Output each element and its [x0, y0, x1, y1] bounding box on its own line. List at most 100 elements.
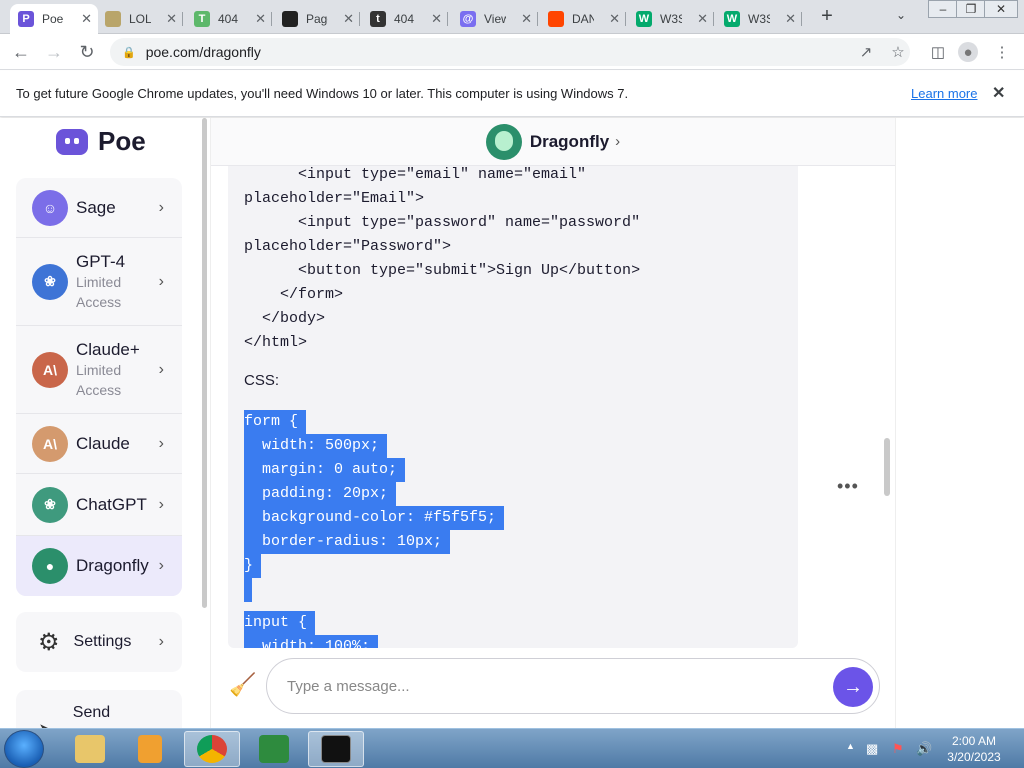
settings-button[interactable]: ⚙ Settings ›: [16, 612, 182, 672]
close-tab-icon[interactable]: ✕: [81, 11, 92, 27]
browser-tab[interactable]: P Poe ✕: [10, 4, 98, 34]
tab-title: 404 |: [218, 12, 240, 26]
message-input-box[interactable]: →: [266, 658, 880, 714]
bot-access-note: Limited Access: [76, 273, 122, 310]
sidebar-bot-claude[interactable]: A\ Claude ›: [16, 414, 182, 474]
code-line-selected: }: [244, 554, 504, 578]
at-icon: @: [460, 11, 476, 27]
selected-code-text: }: [244, 554, 262, 578]
cmd-taskbar-icon[interactable]: [308, 731, 364, 767]
browser-tab[interactable]: Page ✕: [274, 4, 360, 34]
browser-tab[interactable]: LOLC ✕: [97, 4, 183, 34]
explorer-taskbar-icon[interactable]: [62, 731, 118, 767]
close-window-icon[interactable]: ✕: [984, 0, 1018, 18]
close-tab-icon[interactable]: ✕: [343, 11, 354, 27]
side-panel-icon[interactable]: ◫: [928, 42, 948, 62]
bot-avatar: ☺: [32, 189, 68, 226]
tray-expand-icon[interactable]: ▲: [846, 741, 855, 751]
send-feedback-button[interactable]: ➤ Send: [16, 690, 182, 728]
tab-divider: [801, 12, 802, 26]
tab-title: DAN: [572, 12, 594, 26]
close-infobar-icon[interactable]: ✕: [992, 83, 1005, 103]
sidebar-bot-gpt-4[interactable]: ❀ GPT-4 Limited Access ›: [16, 238, 182, 326]
chrome-taskbar-icon[interactable]: [184, 731, 240, 767]
t-icon: T: [194, 11, 210, 27]
close-tab-icon[interactable]: ✕: [785, 11, 796, 27]
chat-header[interactable]: Dragonfly ›: [211, 118, 895, 166]
taskbar-clock[interactable]: 2:00 AM 3/20/2023: [946, 733, 1002, 765]
browser-tab[interactable]: W W3S ✕: [628, 4, 714, 34]
chat-column: Dragonfly › <input type="email" name="em…: [210, 118, 896, 728]
tab-divider: [625, 12, 626, 26]
send-label: Send: [72, 704, 111, 721]
chat-scrollbar[interactable]: [884, 438, 890, 496]
close-tab-icon[interactable]: ✕: [521, 11, 532, 27]
url-text[interactable]: poe.com/dragonfly: [146, 44, 261, 60]
clock-date: 3/20/2023: [947, 750, 1001, 764]
media-player-taskbar-icon[interactable]: [122, 731, 178, 767]
close-tab-icon[interactable]: ✕: [255, 11, 266, 27]
browser-tab[interactable]: @ View ✕: [452, 4, 538, 34]
action-center-flag-icon[interactable]: ⚑: [892, 741, 904, 757]
sidebar-bot-claude-[interactable]: A\ Claude+ Limited Access ›: [16, 326, 182, 414]
share-icon[interactable]: ↗: [856, 42, 876, 62]
close-tab-icon[interactable]: ✕: [166, 11, 177, 27]
infobar-message: To get future Google Chrome updates, you…: [16, 86, 629, 101]
settings-label: Settings: [73, 633, 132, 650]
sidebar-bot-dragonfly[interactable]: ● Dragonfly ›: [16, 536, 182, 596]
browser-tab[interactable]: T 404 | ✕: [186, 4, 272, 34]
selected-code-text: background-color: #f5f5f5;: [244, 506, 505, 530]
sidebar-bot-sage[interactable]: ☺ Sage ›: [16, 178, 182, 238]
profile-avatar-icon[interactable]: ●: [958, 42, 978, 62]
minimize-icon[interactable]: –: [928, 0, 958, 18]
menu-kebab-icon[interactable]: ⋮: [992, 42, 1012, 62]
bot-avatar: ❀: [32, 486, 68, 523]
poe-logo[interactable]: Poe: [56, 126, 146, 157]
close-tab-icon[interactable]: ✕: [431, 11, 442, 27]
close-tab-icon[interactable]: ✕: [609, 11, 620, 27]
volume-icon[interactable]: 🔊: [916, 741, 932, 757]
browser-tab[interactable]: DAN ✕: [540, 4, 626, 34]
browser-tab[interactable]: W W3S ✕: [716, 4, 802, 34]
sidebar-scrollbar[interactable]: [202, 118, 207, 608]
chevron-right-icon: ›: [158, 633, 164, 650]
lock-icon: 🔒: [122, 46, 136, 59]
tab-strip: P Poe ✕ LOLC ✕ T 404 | ✕ Page ✕ t 404 ✕ @ View ✕ DAN ✕ W W3…: [0, 0, 1024, 34]
bookmark-star-icon[interactable]: ☆: [888, 42, 908, 62]
sidebar-bot-chatgpt[interactable]: ❀ ChatGPT ›: [16, 474, 182, 536]
selected-code-text: width: 500px;: [244, 434, 388, 458]
message-input[interactable]: [287, 677, 807, 695]
tab-title: W3S: [660, 12, 682, 26]
clear-context-broom-icon[interactable]: 🧹: [229, 672, 256, 698]
learn-more-link[interactable]: Learn more: [911, 86, 977, 101]
chevron-right-icon: ›: [158, 495, 164, 513]
csharp-taskbar-icon[interactable]: [246, 731, 302, 767]
bot-avatar: ●: [32, 548, 68, 584]
bot-list: ☺ Sage › ❀ GPT-4 Limited Access › A\ Claude+ Limi…: [16, 178, 182, 596]
selected-code-text: padding: 20px;: [244, 482, 397, 506]
tab-search-chevron-icon[interactable]: ⌄: [896, 8, 906, 22]
forward-icon[interactable]: →: [42, 40, 66, 64]
send-message-button[interactable]: →: [833, 667, 873, 707]
github-icon: [282, 11, 298, 27]
chevron-right-icon: ›: [158, 272, 164, 290]
more-options-icon[interactable]: •••: [837, 476, 859, 497]
code-line-selected: form {: [244, 410, 504, 434]
code-line-selected: width: 500px;: [244, 434, 504, 458]
code-line-selected: background-color: #f5f5f5;: [244, 506, 505, 530]
bot-name: Claude+: [76, 339, 140, 359]
chevron-right-icon: ›: [158, 557, 164, 574]
restore-icon[interactable]: ❐: [956, 0, 986, 18]
code-line-selected: input {: [244, 611, 504, 635]
browser-tab[interactable]: t 404 ✕: [362, 4, 448, 34]
address-bar[interactable]: 🔒 poe.com/dragonfly: [110, 38, 910, 66]
reload-icon[interactable]: ↻: [75, 40, 99, 64]
tab-divider: [713, 12, 714, 26]
bot-text: GPT-4 Limited Access: [76, 252, 136, 312]
start-button-icon[interactable]: [4, 730, 44, 768]
back-icon[interactable]: ←: [9, 40, 33, 64]
new-tab-button[interactable]: +: [816, 6, 838, 28]
close-tab-icon[interactable]: ✕: [697, 11, 708, 27]
network-icon[interactable]: ▩: [866, 741, 878, 757]
reddit-icon: [548, 11, 564, 27]
